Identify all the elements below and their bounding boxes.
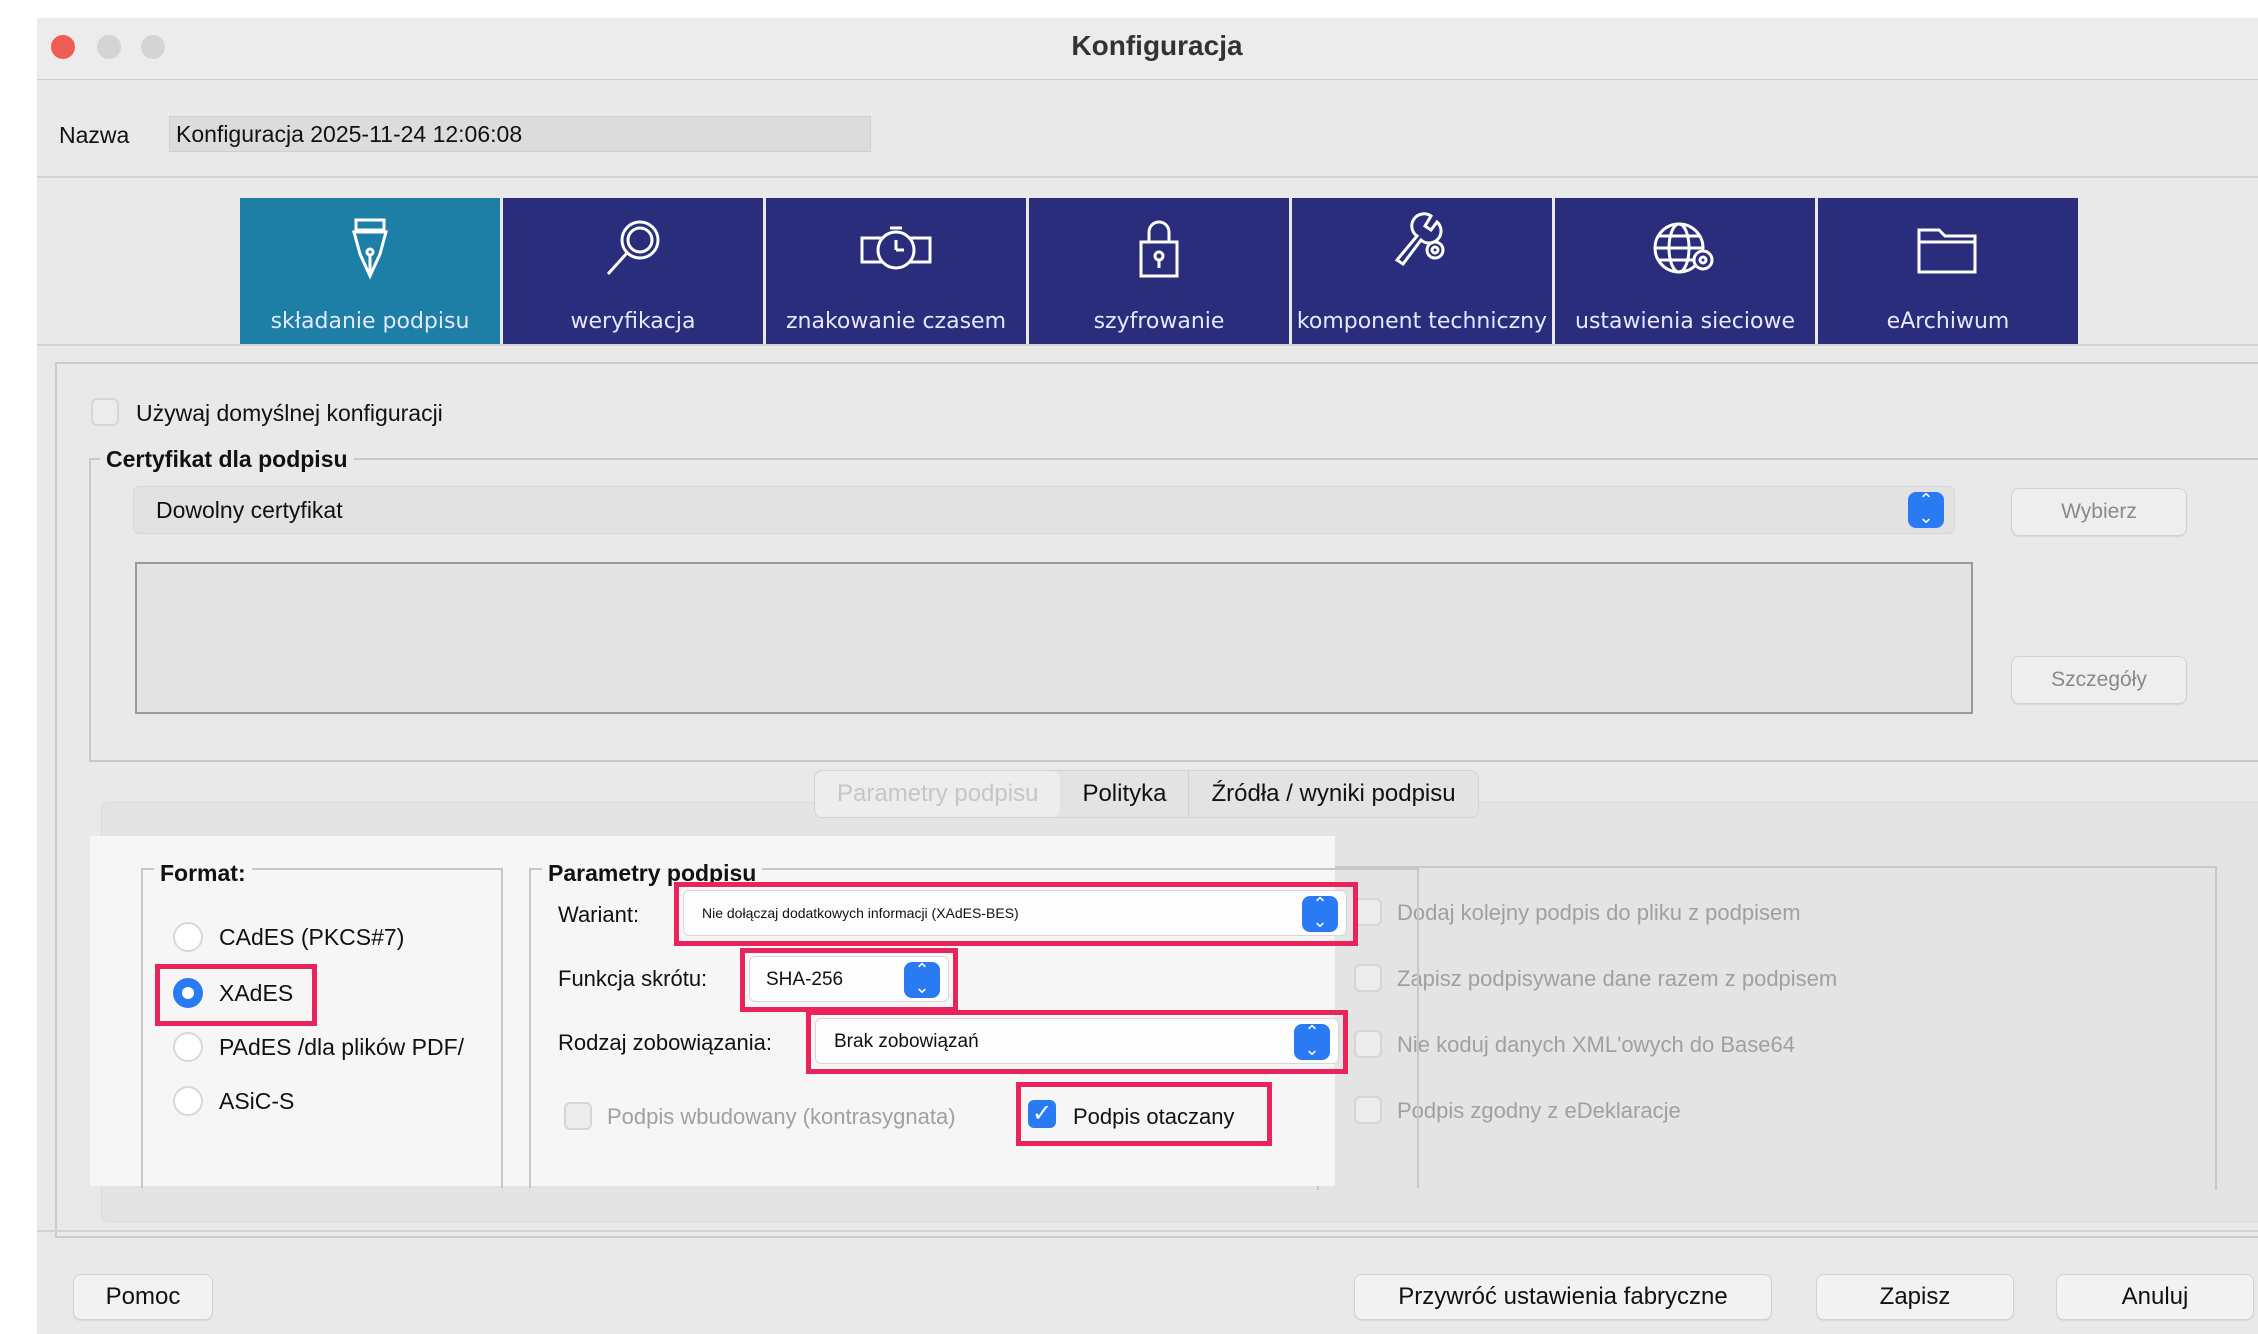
tab-encryption[interactable]: szyfrowanie [1029,198,1289,344]
tab-earchive[interactable]: eArchiwum [1818,198,2078,344]
tab-signing[interactable]: składanie podpisu [240,198,500,344]
format-asics-radio[interactable] [173,1086,203,1116]
magnifier-icon [503,214,763,289]
divider [37,344,2258,346]
format-cades-radio[interactable] [173,922,203,952]
hash-label: Funkcja skrótu: [558,966,708,991]
certificate-select-value: Dowolny certyfikat [156,497,343,523]
variant-label: Wariant: [558,902,640,927]
use-default-label: Używaj domyślnej konfiguracji [136,400,443,426]
variant-select-value: Nie dołączaj dodatkowych informacji (XAd… [702,905,1019,921]
chevron-updown-icon: ⌃ ⌄ [1294,1023,1330,1060]
commitment-label: Rodzaj zobowiązania: [558,1030,773,1055]
certificate-details-box [135,562,1973,714]
tab-encryption-label: szyfrowanie [1093,309,1225,334]
help-button[interactable]: Pomoc [73,1274,213,1320]
format-legend: Format: [154,860,252,887]
embedded-signature-label: Podpis wbudowany (kontrasygnata) [607,1104,956,1129]
option-edeklaracje-label: Podpis zgodny z eDeklaracje [1397,1098,1681,1123]
restore-defaults-button[interactable]: Przywróć ustawienia fabryczne [1354,1274,1772,1320]
enveloping-signature-label: Podpis otaczany [1073,1104,1235,1129]
tab-timestamping-label: znakowanie czasem [786,309,1006,334]
format-xades-label: XAdES [219,980,294,1006]
subtab-signature-params[interactable]: Parametry podpisu [815,771,1061,817]
chevron-updown-icon: ⌃ ⌄ [1908,491,1944,528]
title-bar: Konfiguracja [37,18,2258,80]
format-pades-radio[interactable] [173,1032,203,1062]
format-asics-label: ASiC-S [219,1088,295,1114]
divider [37,176,2258,178]
subtab-segmented-control: Parametry podpisu Polityka Źródła / wyni… [814,770,1479,818]
window-title: Konfiguracja [1071,30,1243,61]
chevron-updown-icon: ⌃ ⌄ [904,961,940,998]
hash-select-value: SHA-256 [766,969,844,990]
save-button[interactable]: Zapisz [1816,1274,2014,1320]
globe-gear-icon [1555,214,1815,289]
choose-certificate-button[interactable]: Wybierz [2011,488,2187,536]
tab-technical-component-label: komponent techniczny [1296,309,1548,334]
tab-network-settings-label: ustawienia sieciowe [1575,309,1795,334]
clock-icon [766,214,1026,289]
configuration-window: Konfiguracja Nazwa Konfiguracja 2025-11-… [37,18,2258,1334]
subtab-policy[interactable]: Polityka [1060,771,1188,817]
main-tab-bar: składanie podpisu weryfikacja znakowanie… [240,198,2078,344]
divider [37,1230,2258,1232]
padlock-icon [1029,214,1289,289]
use-default-checkbox[interactable] [91,398,119,426]
certificate-details-button[interactable]: Szczegóły [2011,656,2187,704]
tab-verification[interactable]: weryfikacja [503,198,763,344]
tab-network-settings[interactable]: ustawienia sieciowe [1555,198,1815,344]
commitment-select[interactable]: Brak zobowiązań ⌃ ⌄ [815,1018,1339,1064]
tab-signing-label: składanie podpisu [270,309,470,334]
tab-earchive-label: eArchiwum [1886,309,2010,334]
subtab-sources-results[interactable]: Źródła / wyniki podpisu [1188,771,1477,817]
pen-nib-icon [240,214,500,289]
chevron-updown-icon: ⌃ ⌄ [1302,895,1338,932]
format-pades-label: PAdES /dla plików PDF/ [219,1034,465,1060]
embedded-signature-checkbox[interactable] [564,1102,592,1130]
name-input[interactable]: Konfiguracja 2025-11-24 12:06:08 [169,116,871,152]
format-cades-label: CAdES (PKCS#7) [219,924,405,950]
certificate-select[interactable]: Dowolny certyfikat ⌃ ⌄ [133,486,1955,534]
format-xades-radio[interactable] [173,978,203,1008]
tab-verification-label: weryfikacja [570,309,696,334]
wrench-gear-icon [1292,206,1552,275]
commitment-select-value: Brak zobowiązań [834,1031,979,1052]
option-no-base64-label: Nie koduj danych XML'owych do Base64 [1397,1032,1795,1057]
certificate-legend: Certyfikat dla podpisu [100,446,354,473]
tab-technical-component[interactable]: komponent techniczny [1292,198,1552,344]
variant-select[interactable]: Nie dołączaj dodatkowych informacji (XAd… [683,890,1347,936]
enveloping-signature-checkbox[interactable]: ✓ [1028,1100,1056,1128]
cancel-button[interactable]: Anuluj [2056,1274,2254,1320]
name-label: Nazwa [59,122,130,148]
folder-icon [1818,220,2078,285]
option-save-data-label: Zapisz podpisywane dane razem z podpisem [1397,966,1838,991]
format-group [141,868,503,1188]
option-add-signature-label: Dodaj kolejny podpis do pliku z podpisem [1397,900,1801,925]
hash-select[interactable]: SHA-256 ⌃ ⌄ [749,956,949,1002]
tab-timestamping[interactable]: znakowanie czasem [766,198,1026,344]
